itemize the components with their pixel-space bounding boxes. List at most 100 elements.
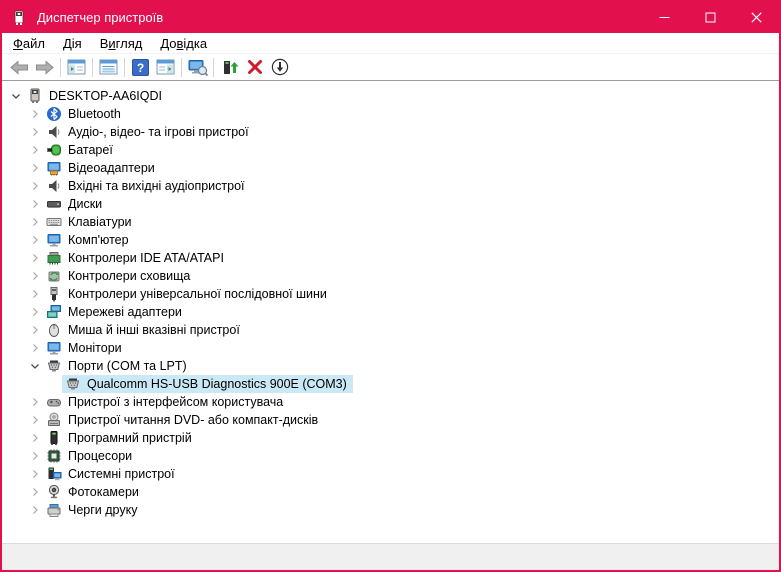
chevron-right-icon[interactable] bbox=[27, 124, 43, 140]
tree-item-computer-root[interactable]: DESKTOP-AA6IQDI bbox=[2, 87, 779, 105]
tree-item-network-adapters[interactable]: Мережеві адаптери bbox=[2, 303, 779, 321]
console-tree-button[interactable] bbox=[64, 56, 89, 79]
help-button[interactable]: ? bbox=[128, 56, 153, 79]
tree-item-disk-drives[interactable]: Диски bbox=[2, 195, 779, 213]
chevron-right-icon[interactable] bbox=[27, 394, 43, 410]
chevron-right-icon[interactable] bbox=[27, 466, 43, 482]
tree-item-qualcomm-port[interactable]: Qualcomm HS-USB Diagnostics 900E (COM3) bbox=[2, 375, 779, 393]
item-content[interactable]: Диски bbox=[43, 195, 108, 213]
tree-item-dvd-cdrom-drives[interactable]: Пристрої читання DVD- або компакт-дисків bbox=[2, 411, 779, 429]
action-pane-icon bbox=[156, 59, 175, 75]
disk-icon bbox=[46, 196, 62, 212]
item-content[interactable]: Пристрої читання DVD- або компакт-дисків bbox=[43, 411, 324, 429]
tree-item-display-adapters[interactable]: Відеоадаптери bbox=[2, 159, 779, 177]
item-content[interactable]: Порти (COM та LPT) bbox=[43, 357, 193, 375]
disable-device-button[interactable] bbox=[267, 56, 292, 79]
item-content[interactable]: Миша й інші вказівні пристрої bbox=[43, 321, 246, 339]
menu-item-help[interactable]: Довідка bbox=[151, 34, 216, 53]
forward-button[interactable] bbox=[32, 56, 57, 79]
item-content[interactable]: Монітори bbox=[43, 339, 128, 357]
chevron-right-icon[interactable] bbox=[27, 448, 43, 464]
tree-item-cameras[interactable]: Фотокамери bbox=[2, 483, 779, 501]
tree-item-label: Миша й інші вказівні пристрої bbox=[68, 323, 240, 337]
menu-item-view[interactable]: Вигляд bbox=[91, 34, 152, 53]
chevron-down-icon[interactable] bbox=[8, 88, 24, 104]
chevron-down-icon[interactable] bbox=[27, 358, 43, 374]
item-content[interactable]: Відеоадаптери bbox=[43, 159, 161, 177]
hid-icon bbox=[46, 394, 62, 410]
chevron-right-icon[interactable] bbox=[27, 484, 43, 500]
tree-item-ide-controllers[interactable]: Контролери IDE ATA/ATAPI bbox=[2, 249, 779, 267]
tree-item-monitors[interactable]: Монітори bbox=[2, 339, 779, 357]
chevron-right-icon[interactable] bbox=[27, 268, 43, 284]
item-content[interactable]: Мережеві адаптери bbox=[43, 303, 188, 321]
item-content[interactable]: Вхідні та вихідні аудіопристрої bbox=[43, 177, 251, 195]
chevron-right-icon[interactable] bbox=[27, 412, 43, 428]
tree-item-audio-inputs-outputs[interactable]: Вхідні та вихідні аудіопристрої bbox=[2, 177, 779, 195]
back-button[interactable] bbox=[7, 56, 32, 79]
item-content[interactable]: Контролери сховища bbox=[43, 267, 196, 285]
tree-item-usb-controllers[interactable]: Контролери універсальної послідовної шин… bbox=[2, 285, 779, 303]
tree-item-mice-pointing-devices[interactable]: Миша й інші вказівні пристрої bbox=[2, 321, 779, 339]
chevron-right-icon[interactable] bbox=[27, 106, 43, 122]
chevron-right-icon[interactable] bbox=[27, 214, 43, 230]
item-content[interactable]: Фотокамери bbox=[43, 483, 145, 501]
tree-item-ports-com-lpt[interactable]: Порти (COM та LPT) bbox=[2, 357, 779, 375]
item-content[interactable]: Пристрої з інтерфейсом користувача bbox=[43, 393, 289, 411]
toolbar-separator bbox=[213, 57, 214, 77]
tree-item-storage-controllers[interactable]: Контролери сховища bbox=[2, 267, 779, 285]
item-content[interactable]: Bluetooth bbox=[43, 105, 127, 123]
tree-item-bluetooth[interactable]: Bluetooth bbox=[2, 105, 779, 123]
chevron-right-icon[interactable] bbox=[27, 430, 43, 446]
chevron-right-icon[interactable] bbox=[27, 502, 43, 518]
tree-item-keyboards[interactable]: Клавіатури bbox=[2, 213, 779, 231]
item-content[interactable]: Програмний пристрій bbox=[43, 429, 198, 447]
tree-item-print-queues[interactable]: Черги друку bbox=[2, 501, 779, 519]
item-content[interactable]: Контролери IDE ATA/ATAPI bbox=[43, 249, 230, 267]
device-manager-window: Диспетчер пристроїв Файл Дія Вигляд Довідка… bbox=[0, 0, 781, 572]
menu-item-file[interactable]: Файл bbox=[4, 34, 54, 53]
chevron-right-icon[interactable] bbox=[27, 286, 43, 302]
selected-item-highlight[interactable]: Qualcomm HS-USB Diagnostics 900E (COM3) bbox=[62, 375, 353, 393]
chevron-right-icon[interactable] bbox=[27, 340, 43, 356]
uninstall-device-button[interactable] bbox=[242, 56, 267, 79]
chevron-right-icon[interactable] bbox=[27, 178, 43, 194]
mouse-icon bbox=[46, 322, 62, 338]
item-content[interactable]: Процесори bbox=[43, 447, 138, 465]
tree-item-label: Клавіатури bbox=[68, 215, 132, 229]
properties-button[interactable] bbox=[96, 56, 121, 79]
action-pane-button[interactable] bbox=[153, 56, 178, 79]
chevron-right-icon[interactable] bbox=[27, 232, 43, 248]
close-button[interactable] bbox=[733, 2, 779, 33]
tree-item-batteries[interactable]: Батареї bbox=[2, 141, 779, 159]
chevron-right-icon[interactable] bbox=[27, 142, 43, 158]
tree-item-label: Пристрої читання DVD- або компакт-дисків bbox=[68, 413, 319, 427]
scan-hardware-changes-button[interactable] bbox=[185, 56, 210, 79]
menu-item-action[interactable]: Дія bbox=[54, 34, 91, 53]
chevron-right-icon[interactable] bbox=[27, 160, 43, 176]
chevron-right-icon[interactable] bbox=[27, 250, 43, 266]
tree-item-label: Програмний пристрій bbox=[68, 431, 192, 445]
console-tree-icon bbox=[67, 59, 86, 75]
tree-item-software-device[interactable]: Програмний пристрій bbox=[2, 429, 779, 447]
item-content[interactable]: Комп'ютер bbox=[43, 231, 135, 249]
tree-item-system-devices[interactable]: Системні пристрої bbox=[2, 465, 779, 483]
item-content[interactable]: Системні пристрої bbox=[43, 465, 181, 483]
tree-item-computer[interactable]: Комп'ютер bbox=[2, 231, 779, 249]
device-tree: DESKTOP-AA6IQDI Bluetooth Аудіо-, відео- т… bbox=[2, 83, 779, 543]
tree-item-human-interface-devices[interactable]: Пристрої з інтерфейсом користувача bbox=[2, 393, 779, 411]
item-content[interactable]: Черги друку bbox=[43, 501, 143, 519]
chevron-right-icon[interactable] bbox=[27, 304, 43, 320]
chevron-right-icon[interactable] bbox=[27, 196, 43, 212]
item-content[interactable]: Аудіо-, відео- та ігрові пристрої bbox=[43, 123, 255, 141]
chevron-right-icon[interactable] bbox=[27, 322, 43, 338]
minimize-button[interactable] bbox=[641, 2, 687, 33]
maximize-button[interactable] bbox=[687, 2, 733, 33]
item-content[interactable]: Контролери універсальної послідовної шин… bbox=[43, 285, 333, 303]
item-content[interactable]: DESKTOP-AA6IQDI bbox=[24, 87, 168, 105]
item-content[interactable]: Батареї bbox=[43, 141, 119, 159]
tree-item-processors[interactable]: Процесори bbox=[2, 447, 779, 465]
update-driver-button[interactable] bbox=[217, 56, 242, 79]
tree-item-audio-video-game-devices[interactable]: Аудіо-, відео- та ігрові пристрої bbox=[2, 123, 779, 141]
item-content[interactable]: Клавіатури bbox=[43, 213, 138, 231]
